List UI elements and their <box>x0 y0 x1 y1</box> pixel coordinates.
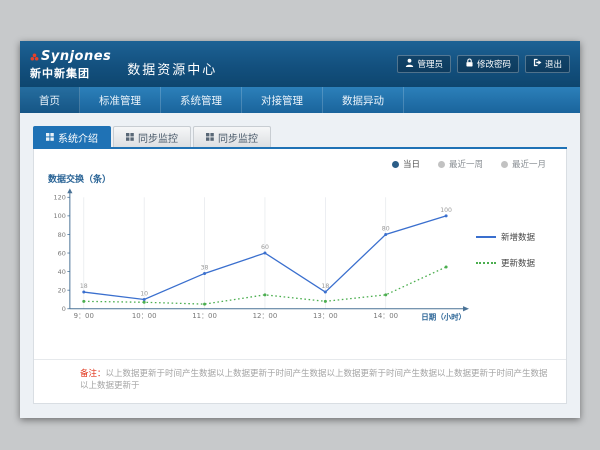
tab-label: 同步监控 <box>218 130 258 145</box>
tab-label: 同步监控 <box>138 130 178 145</box>
legend-item-updated-data: 更新数据 <box>476 257 535 269</box>
grid-icon <box>46 133 54 141</box>
filter-today[interactable]: 当日 <box>392 158 420 170</box>
svg-text:38: 38 <box>201 264 209 271</box>
svg-text:12：00: 12：00 <box>253 312 278 320</box>
chart-row: 9：00 10：00 11：00 12：00 13：00 14：00 0 20 40 60 80 10… <box>34 185 566 333</box>
line-chart: 9：00 10：00 11：00 12：00 13：00 14：00 0 20 40 60 80 10… <box>40 185 470 333</box>
svg-text:100: 100 <box>440 207 452 214</box>
admin-user-label: 管理员 <box>417 58 443 70</box>
today-dot-icon <box>392 161 399 168</box>
app-window: Synjones 新中新集团 数据资源中心 管理员 修改密码 <box>20 41 580 418</box>
footnote: 备注：以上数据更新于时间产生数据以上数据更新于时间产生数据以上数据更新于时间产生… <box>34 359 566 403</box>
tab-bar: 系统介绍 同步监控 同步监控 <box>33 126 567 149</box>
svg-text:9：00: 9：00 <box>74 312 94 320</box>
new-data-line-sample <box>476 236 496 238</box>
legend-item-new-data: 新增数据 <box>476 231 535 243</box>
lock-icon <box>465 58 474 70</box>
page-title: 数据资源中心 <box>127 59 217 78</box>
svg-text:60: 60 <box>261 244 269 251</box>
svg-text:18: 18 <box>80 283 88 290</box>
svg-text:100: 100 <box>54 212 66 220</box>
user-icon <box>405 58 414 70</box>
svg-text:14：00: 14：00 <box>373 312 398 320</box>
svg-text:40: 40 <box>58 268 66 276</box>
content-area: 系统介绍 同步监控 同步监控 <box>20 113 580 418</box>
svg-text:60: 60 <box>58 249 66 257</box>
filter-label: 当日 <box>403 158 420 170</box>
filter-last-week[interactable]: 最近一周 <box>438 158 483 170</box>
svg-text:日期（小时）: 日期（小时） <box>421 312 466 322</box>
admin-user-button[interactable]: 管理员 <box>397 55 451 73</box>
brand: Synjones 新中新集团 <box>30 48 111 80</box>
grid-icon <box>206 133 214 141</box>
tab-label: 系统介绍 <box>58 130 98 145</box>
change-password-label: 修改密码 <box>477 58 511 70</box>
footnote-prefix: 备注： <box>80 369 106 379</box>
logo: Synjones <box>30 48 111 66</box>
legend-label: 更新数据 <box>501 257 535 269</box>
tab-system-intro[interactable]: 系统介绍 <box>33 126 111 147</box>
svg-text:10：00: 10：00 <box>132 312 157 320</box>
user-actions: 管理员 修改密码 退出 <box>397 55 570 73</box>
tab-sync-monitor-2[interactable]: 同步监控 <box>193 126 271 147</box>
svg-text:13：00: 13：00 <box>313 312 338 320</box>
svg-text:80: 80 <box>382 225 390 232</box>
legend-label: 新增数据 <box>501 231 535 243</box>
nav-item-home[interactable]: 首页 <box>20 87 80 113</box>
svg-text:20: 20 <box>58 287 66 295</box>
company-name: 新中新集团 <box>30 68 111 80</box>
svg-text:18: 18 <box>321 283 329 290</box>
updated-data-line-sample <box>476 262 496 264</box>
change-password-button[interactable]: 修改密码 <box>457 55 519 73</box>
svg-text:11：00: 11：00 <box>192 312 217 320</box>
logout-icon <box>533 58 542 70</box>
filter-last-month[interactable]: 最近一月 <box>501 158 546 170</box>
y-axis-title: 数据交换（条） <box>48 172 566 185</box>
desktop-background: Synjones 新中新集团 数据资源中心 管理员 修改密码 <box>0 0 600 450</box>
footnote-text: 以上数据更新于时间产生数据以上数据更新于时间产生数据以上数据更新于时间产生数据以… <box>80 369 548 391</box>
chart-legend: 新增数据 更新数据 <box>476 231 535 269</box>
last-week-dot-icon <box>438 161 445 168</box>
main-nav: 首页 标准管理 系统管理 对接管理 数据异动 <box>20 87 580 113</box>
filter-label: 最近一周 <box>449 158 483 170</box>
logo-mark-icon <box>30 48 39 66</box>
svg-text:0: 0 <box>62 305 66 313</box>
svg-text:120: 120 <box>54 194 66 202</box>
nav-item-standard-mgmt[interactable]: 标准管理 <box>80 87 161 113</box>
range-filters: 当日 最近一周 最近一月 <box>34 149 566 170</box>
logout-label: 退出 <box>545 58 562 70</box>
nav-item-data-change[interactable]: 数据异动 <box>323 87 404 113</box>
logout-button[interactable]: 退出 <box>525 55 570 73</box>
tab-sync-monitor-1[interactable]: 同步监控 <box>113 126 191 147</box>
grid-icon <box>126 133 134 141</box>
filter-label: 最近一月 <box>512 158 546 170</box>
logo-text: Synjones <box>41 50 111 64</box>
app-header: Synjones 新中新集团 数据资源中心 管理员 修改密码 <box>20 41 580 87</box>
nav-item-connection-mgmt[interactable]: 对接管理 <box>242 87 323 113</box>
last-month-dot-icon <box>501 161 508 168</box>
chart-panel: 当日 最近一周 最近一月 数据交换（条） 9：00 10：00 11：00 12：00… <box>33 149 567 404</box>
svg-text:10: 10 <box>140 290 148 297</box>
svg-text:80: 80 <box>58 231 66 239</box>
nav-item-system-mgmt[interactable]: 系统管理 <box>161 87 242 113</box>
